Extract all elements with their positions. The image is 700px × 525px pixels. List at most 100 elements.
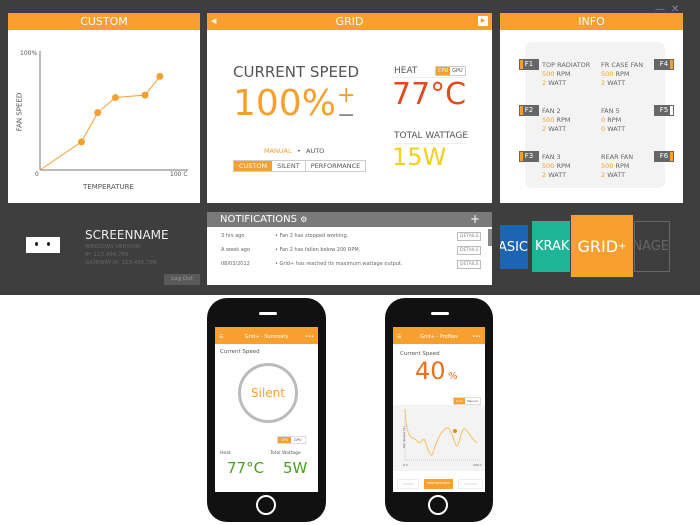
fan-rpm: 0 <box>601 116 606 124</box>
curve-point[interactable] <box>141 91 149 99</box>
heat-label: HEAT <box>394 66 418 76</box>
fan-watt: 2 <box>542 171 547 179</box>
menu-icon[interactable]: ☰ <box>219 327 223 347</box>
fan-item: FAN 50 RPM 0 WATT <box>601 107 625 134</box>
fan-name: FAN 3 <box>542 153 561 161</box>
wattage-value: 5W <box>283 459 308 477</box>
next-arrow-icon[interactable]: ▶ <box>478 16 488 26</box>
watt-unit: WATT <box>607 79 626 87</box>
fan-tag[interactable]: F6 <box>654 151 674 162</box>
mode-auto[interactable]: AUTO <box>306 147 324 155</box>
tile-label: GRID <box>577 236 619 256</box>
fan-rpm: 500 <box>601 162 614 170</box>
fan-tag[interactable]: F4 <box>654 59 674 70</box>
profile-silent[interactable]: SILENT <box>272 161 306 171</box>
notifications-title: NOTIFICATIONS <box>220 214 297 225</box>
wattage-label: TOTAL WATTAGE <box>394 131 469 141</box>
custom-panel: CUSTOM 100% 0 100 C TEMPERATURE FAN SPEE… <box>8 13 200 203</box>
logout-button[interactable]: Log Out <box>164 274 200 285</box>
fan-item: FAN 2 500 RPM 2 WATT <box>542 107 571 134</box>
heat-label: Heat <box>220 451 231 456</box>
y-axis-label: FAN SPEED <box>15 92 24 132</box>
fan-rpm: 500 <box>542 162 555 170</box>
avatar <box>26 237 60 253</box>
profile-chart[interactable]: Fan Speed (%) 0 C 100 C <box>393 405 485 471</box>
tile-label: KRAKE <box>535 239 572 254</box>
app-tile-basic[interactable]: ASIC <box>500 225 528 269</box>
gateway-ip: GATEWAY IP: 123.456.789 <box>85 260 157 266</box>
fan-item: FAN 3 500 RPM 2 WATT <box>542 153 571 180</box>
profile-custom[interactable]: CUSTOM <box>234 161 273 171</box>
cpu-toggle[interactable]: CPU <box>278 437 292 443</box>
separator: • <box>297 147 301 155</box>
grid-title-text: GRID <box>335 15 364 28</box>
scrollbar[interactable] <box>488 229 492 246</box>
gear-icon[interactable]: ⚙ <box>300 215 307 224</box>
watt-unit: WATT <box>607 125 626 133</box>
prev-arrow-icon[interactable]: ◀ <box>211 13 216 30</box>
fan-tag[interactable]: F5 <box>654 105 674 116</box>
fan-tag[interactable]: F1 <box>519 59 539 70</box>
details-button[interactable]: DETAILS <box>457 246 482 255</box>
more-icon[interactable]: ••• <box>472 327 481 347</box>
app-tile-grid[interactable]: GRID + <box>570 214 634 278</box>
notification-time: A week ago <box>221 247 251 253</box>
details-button[interactable]: DETAILS <box>457 232 482 241</box>
menu-icon[interactable]: ☰ <box>397 327 401 347</box>
fan-tag-label: F4 <box>659 60 669 68</box>
curve-point[interactable] <box>94 109 102 117</box>
os-version: WINDOWS VERSION <box>85 244 141 250</box>
grid-title: GRID ◀ ▶ <box>207 13 492 30</box>
fan-rpm: 500 <box>542 116 555 124</box>
cpu-toggle[interactable]: CPU <box>436 67 451 75</box>
x-tick-label: 0 C <box>403 463 408 467</box>
x-tick-label: 0 <box>35 171 39 178</box>
gpu-toggle[interactable]: GPU <box>291 437 304 443</box>
speed-value: 100% <box>233 83 336 124</box>
home-button[interactable] <box>256 495 276 515</box>
rpm-unit: RPM <box>615 70 630 78</box>
speed-dial[interactable]: Silent <box>238 363 298 423</box>
speed-label: Current Speed <box>220 349 260 355</box>
mode-manual[interactable]: MANUAL <box>264 147 292 155</box>
fan-tag-label: F1 <box>524 60 534 68</box>
current-speed-label: CURRENT SPEED <box>233 63 359 81</box>
notifications-panel: NOTIFICATIONS ⚙ + 3 hrs ago • Fan 2 has s… <box>207 212 492 285</box>
details-button[interactable]: DETAILS <box>457 260 482 269</box>
rpm-unit: RPM <box>556 116 571 124</box>
fan-curve-line <box>39 76 161 171</box>
info-panel: INFO F1 TOP RADIATOR 500 RPM 2 WATT F4 FR CAS… <box>500 13 683 203</box>
curve-point[interactable] <box>156 72 164 80</box>
profile-performance[interactable]: PERFORMANCE <box>306 161 365 171</box>
curve-point[interactable] <box>77 138 85 146</box>
curve-point[interactable] <box>111 93 119 101</box>
fan-name: FR CASE FAN <box>601 61 644 69</box>
profile-silent[interactable]: SILENT <box>397 479 420 489</box>
fan-tag-label: F3 <box>524 152 534 160</box>
phone-title: Grid+ - Profiles <box>420 334 458 340</box>
manual-toggle[interactable]: Manual <box>465 398 480 404</box>
add-notification-button[interactable]: + <box>470 212 480 227</box>
notification-text: • Grid+ has reached its maximum wattage … <box>275 261 403 267</box>
x-tick-label: 100 C <box>170 171 188 178</box>
auto-toggle[interactable]: Auto <box>454 398 465 404</box>
heat-value: 77°C <box>227 459 265 477</box>
fan-item: TOP RADIATOR 500 RPM 2 WATT <box>542 61 590 88</box>
notification-time: 08/03/2012 <box>221 261 250 267</box>
notification-text: • Fan 2 has fallen below 200 RPM. <box>275 247 361 253</box>
notification-text: • Fan 2 has stopped working. <box>275 233 349 239</box>
wattage-value: 15W <box>392 143 447 171</box>
fan-tag[interactable]: F3 <box>519 151 539 162</box>
phone-title: Grid+ - Summary <box>244 334 289 340</box>
more-icon[interactable]: ••• <box>305 327 314 347</box>
home-button[interactable] <box>428 495 448 515</box>
tile-label: ANAGE <box>635 239 669 254</box>
decrease-button[interactable]: − <box>337 103 355 128</box>
gpu-toggle[interactable]: GPU <box>450 67 465 75</box>
fan-tag[interactable]: F2 <box>519 105 539 116</box>
app-tile-manage[interactable]: ANAGE <box>634 221 670 272</box>
profile-custom[interactable]: CUSTOM <box>458 479 483 489</box>
app-tile-kraken[interactable]: KRAKE <box>532 221 572 272</box>
profile-performance[interactable]: PERFORMANCE <box>424 479 454 489</box>
wattage-label: Total Wattage <box>270 451 301 456</box>
